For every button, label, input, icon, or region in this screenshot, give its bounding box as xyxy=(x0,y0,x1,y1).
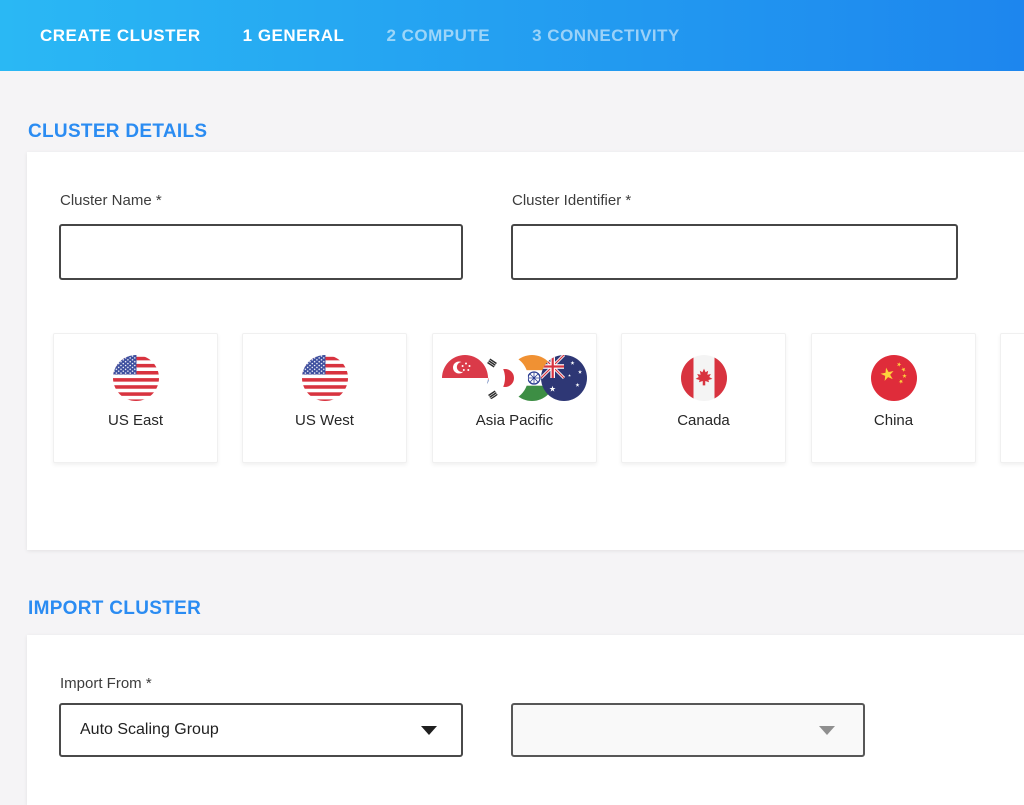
import-source-secondary-select[interactable] xyxy=(511,703,865,757)
import-cluster-heading: IMPORT CLUSTER xyxy=(28,598,201,620)
chevron-down-icon xyxy=(819,726,835,735)
cluster-details-heading: CLUSTER DETAILS xyxy=(28,121,207,143)
cluster-details-card: Cluster Name * Cluster Identifier * US E… xyxy=(27,152,1024,550)
region-label: US East xyxy=(108,412,163,429)
region-card-us-west[interactable]: US West xyxy=(242,333,407,463)
us-flag-icon xyxy=(302,355,348,401)
wizard-header: CREATE CLUSTER 1 GENERAL 2 COMPUTE 3 CON… xyxy=(0,0,1024,71)
cluster-name-label: Cluster Name * xyxy=(60,192,162,209)
cluster-identifier-label: Cluster Identifier * xyxy=(512,192,631,209)
region-label: China xyxy=(874,412,913,429)
import-cluster-card: Import From * Auto Scaling Group xyxy=(27,635,1024,805)
region-card-partial[interactable] xyxy=(1000,333,1024,463)
import-from-select[interactable]: Auto Scaling Group xyxy=(59,703,463,757)
asia-pacific-flags-icon xyxy=(442,355,587,401)
tab-compute[interactable]: 2 COMPUTE xyxy=(386,26,490,46)
region-card-us-east[interactable]: US East xyxy=(53,333,218,463)
import-from-selected-value: Auto Scaling Group xyxy=(61,721,219,739)
cluster-identifier-input[interactable] xyxy=(511,224,958,280)
chevron-down-icon xyxy=(421,726,437,735)
region-label: Canada xyxy=(677,412,730,429)
us-flag-icon xyxy=(113,355,159,401)
import-from-label: Import From * xyxy=(60,675,152,692)
region-card-china[interactable]: China xyxy=(811,333,976,463)
wizard-title: CREATE CLUSTER xyxy=(40,26,201,46)
region-label: US West xyxy=(295,412,354,429)
canada-flag-icon xyxy=(681,355,727,401)
region-card-asia-pacific[interactable]: Asia Pacific xyxy=(432,333,597,463)
china-flag-icon xyxy=(871,355,917,401)
cluster-name-input[interactable] xyxy=(59,224,463,280)
region-label: Asia Pacific xyxy=(476,412,554,429)
tab-general[interactable]: 1 GENERAL xyxy=(243,26,345,46)
region-card-canada[interactable]: Canada xyxy=(621,333,786,463)
tab-connectivity[interactable]: 3 CONNECTIVITY xyxy=(532,26,680,46)
